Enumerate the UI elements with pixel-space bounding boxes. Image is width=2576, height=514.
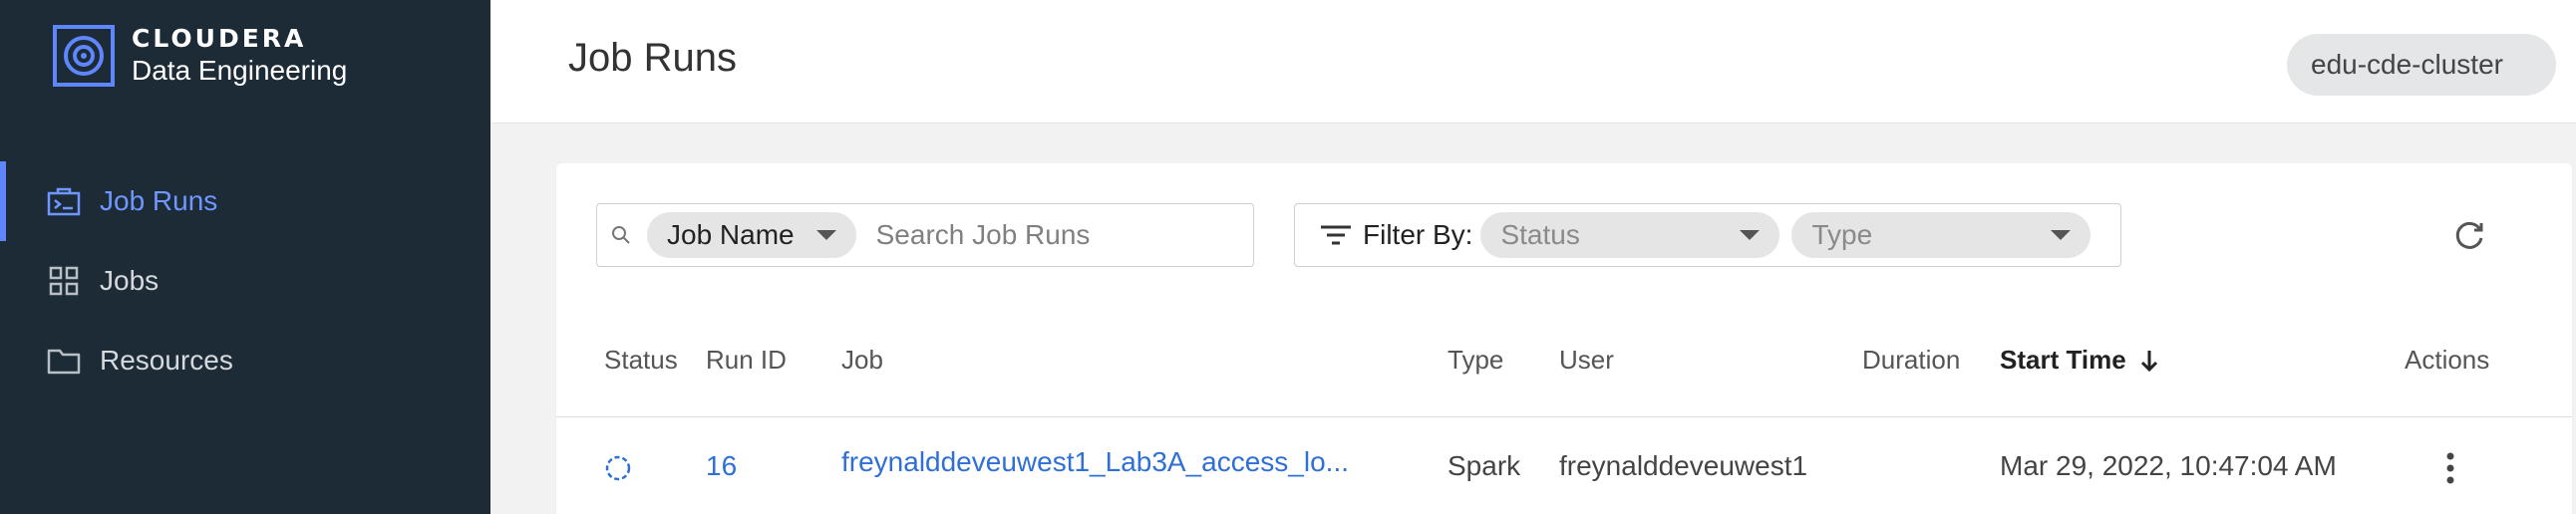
row-user: freynalddeveuwest1 (1559, 450, 1808, 481)
chevron-down-icon (815, 230, 836, 240)
column-header-label: Start Time (2000, 345, 2126, 375)
more-vertical-icon (2446, 452, 2454, 484)
page-header: Job Runs edu-cde-cluster (490, 0, 2576, 124)
search-icon (612, 226, 630, 244)
chevron-down-icon (1740, 230, 1761, 240)
job-runs-icon (46, 183, 82, 219)
column-header-actions: Actions (2405, 345, 2490, 375)
column-header-user[interactable]: User (1559, 345, 1614, 376)
grid-icon (46, 263, 82, 299)
running-status-icon (605, 455, 631, 481)
search-input[interactable] (875, 219, 1205, 251)
chevron-down-icon (2051, 230, 2072, 240)
column-header-start-time[interactable]: Start Time (2000, 345, 2158, 376)
sidebar-item-label: Job Runs (100, 185, 218, 216)
job-runs-card: Job Name Filter By: Status Type Status R… (556, 163, 2572, 514)
sidebar-item-resources[interactable]: Resources (0, 321, 490, 400)
sidebar-item-label: Resources (100, 345, 233, 376)
cluster-selector[interactable]: edu-cde-cluster (2287, 34, 2556, 96)
column-header-run-id[interactable]: Run ID (706, 345, 787, 376)
status-filter-placeholder: Status (1500, 219, 1580, 250)
search-field-label: Job Name (667, 219, 795, 250)
search-field-selector[interactable]: Job Name (647, 212, 856, 258)
job-name-link[interactable]: freynalddeveuwest1_Lab3A_access_lo... (841, 446, 1349, 478)
cloudera-logo-icon (53, 25, 115, 87)
sidebar-item-job-runs[interactable]: Job Runs (0, 161, 490, 241)
page-title: Job Runs (568, 36, 737, 80)
brand-name: CLOUDERA (132, 24, 307, 53)
sidebar: CLOUDERA Data Engineering Job Runs Jobs (0, 0, 490, 514)
arrow-down-icon (2140, 350, 2157, 372)
filter-icon (1321, 225, 1351, 245)
sidebar-item-label: Jobs (100, 265, 160, 296)
row-actions-button[interactable] (2430, 446, 2470, 490)
type-filter-placeholder: Type (1811, 219, 1873, 250)
sidebar-item-jobs[interactable]: Jobs (0, 241, 490, 321)
folder-icon (46, 343, 82, 379)
search-bar: Job Name (596, 203, 1254, 267)
row-type: Spark (1448, 450, 1521, 481)
row-start-time: Mar 29, 2022, 10:47:04 AM (2000, 450, 2337, 481)
column-header-duration[interactable]: Duration (1862, 345, 1960, 376)
refresh-icon (2455, 221, 2483, 249)
column-header-status[interactable]: Status (604, 345, 678, 376)
column-header-type[interactable]: Type (1448, 345, 1503, 376)
run-id-link[interactable]: 16 (706, 450, 737, 482)
status-filter-select[interactable]: Status (1480, 212, 1780, 258)
table-header-divider (556, 416, 2572, 417)
brand-subtitle: Data Engineering (132, 55, 348, 86)
refresh-button[interactable] (2448, 213, 2492, 257)
brand[interactable]: CLOUDERA Data Engineering (52, 24, 347, 88)
filter-label: Filter By: (1363, 219, 1473, 250)
filter-bar: Filter By: Status Type (1294, 203, 2121, 267)
column-header-job[interactable]: Job (841, 345, 883, 376)
type-filter-select[interactable]: Type (1791, 212, 2092, 258)
